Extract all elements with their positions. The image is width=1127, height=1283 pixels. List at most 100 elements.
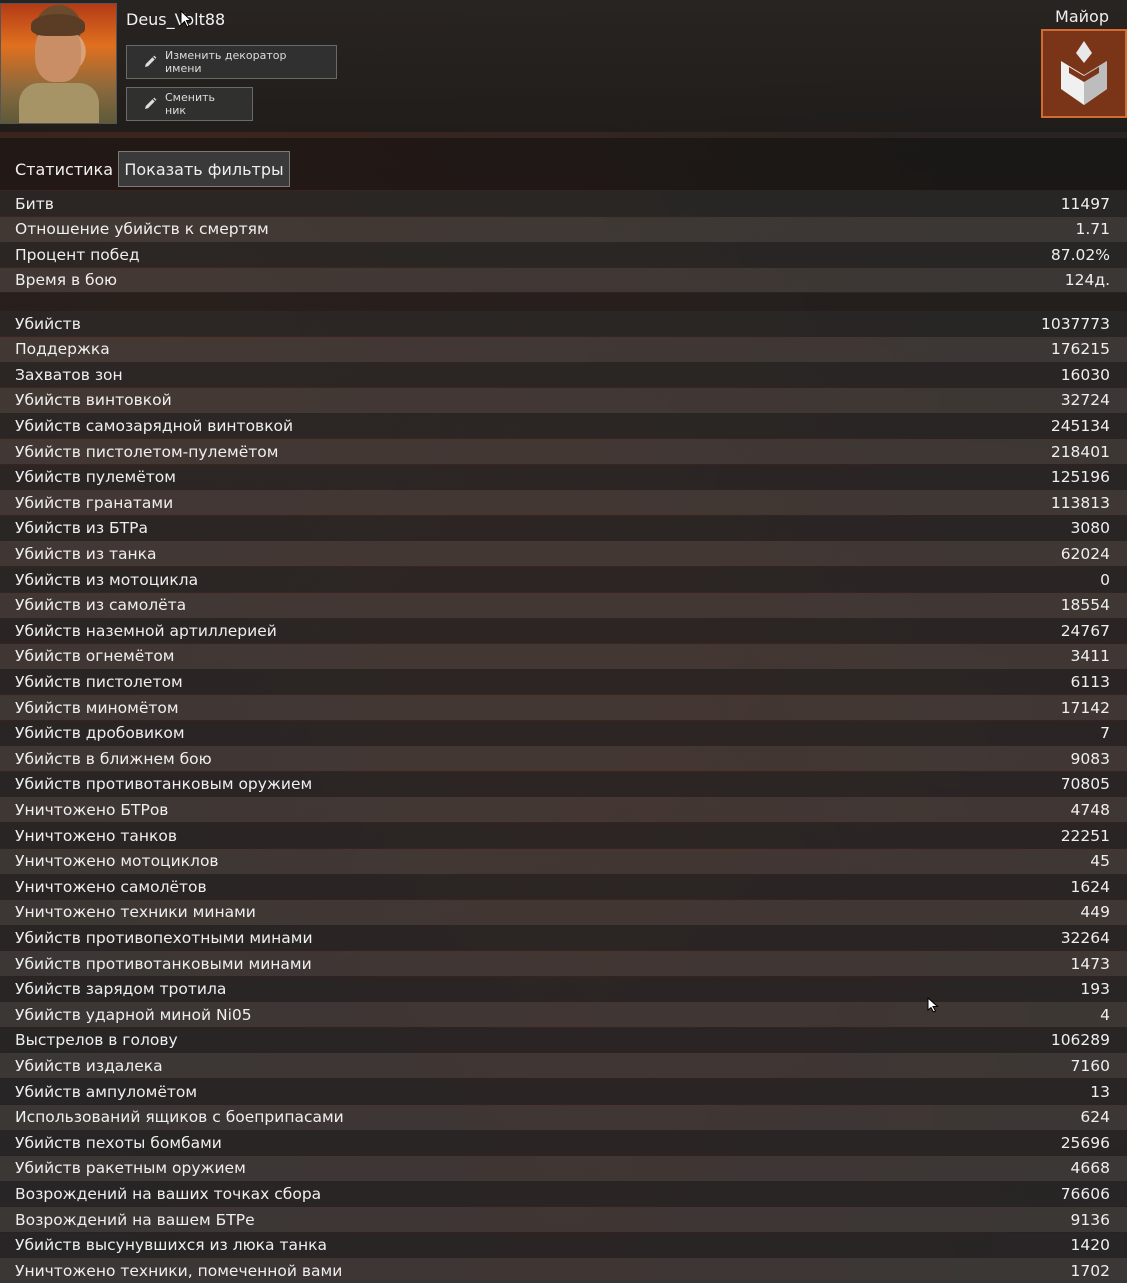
stat-label: Убийств миномётом (15, 698, 179, 717)
stat-row: Убийств высунувшихся из люка танка 1420 (0, 1232, 1127, 1258)
stat-row: Поддержка 176215 (0, 336, 1127, 362)
stat-label: Битв (15, 194, 54, 213)
stat-value: 76606 (1060, 1184, 1110, 1203)
section-divider (0, 292, 1127, 311)
stat-row: Убийств огнемётом 3411 (0, 643, 1127, 669)
stat-value: 9136 (1070, 1210, 1110, 1229)
stat-value: 22251 (1060, 826, 1110, 845)
stat-value: 0 (1100, 570, 1110, 589)
mouse-cursor-icon (180, 10, 192, 28)
rank-label: Майор (1055, 7, 1109, 26)
stats-title: Статистика (15, 160, 113, 179)
stat-row: Выстрелов в голову 106289 (0, 1027, 1127, 1053)
stat-value: 62024 (1060, 544, 1110, 563)
stat-row: Уничтожено техники минами 449 (0, 899, 1127, 925)
stat-value: 6113 (1070, 672, 1110, 691)
stat-label: Возрождений на вашем БТРе (15, 1210, 255, 1229)
stat-row: Убийств 1037773 (0, 311, 1127, 336)
stat-row: Убийств пистолетом-пулемётом 218401 (0, 439, 1127, 464)
stat-value: 16030 (1060, 365, 1110, 384)
stat-row: Процент побед 87.02% (0, 242, 1127, 268)
stat-value: 193 (1080, 980, 1110, 999)
stat-value: 124д. (1064, 271, 1110, 290)
stat-value: 4 (1100, 1005, 1110, 1024)
stat-value: 218401 (1050, 442, 1110, 461)
stat-row: Убийств наземной артиллерией 24767 (0, 618, 1127, 644)
stat-label: Уничтожено техники, помеченной вами (15, 1261, 343, 1280)
stat-value: 3411 (1070, 647, 1110, 666)
stat-row: Захватов зон 16030 (0, 362, 1127, 388)
stat-label: Убийств (15, 314, 81, 333)
player-username: Deus_Volt88 (126, 10, 226, 29)
stat-value: 1037773 (1040, 314, 1110, 333)
stat-label: Убийств ампуломётом (15, 1082, 198, 1101)
stat-value: 7 (1100, 724, 1110, 743)
stat-row: Убийств пулемётом 125196 (0, 464, 1127, 490)
stat-row: Убийств пистолетом 6113 (0, 669, 1127, 695)
stat-label: Уничтожено БТРов (15, 800, 169, 819)
stat-label: Убийств высунувшихся из люка танка (15, 1236, 327, 1255)
stat-row: Убийств противопехотными минами 32264 (0, 925, 1127, 951)
stat-row: Использований ящиков с боеприпасами 624 (0, 1104, 1127, 1130)
stat-value: 4748 (1070, 800, 1110, 819)
stat-row: Возрождений на вашем БТРе 9136 (0, 1207, 1127, 1232)
stat-row: Битв 11497 (0, 191, 1127, 216)
stat-label: Убийств пистолетом-пулемётом (15, 442, 279, 461)
stat-row: Возрождений на ваших точках сбора 76606 (0, 1181, 1127, 1207)
stat-value: 32724 (1060, 391, 1110, 410)
change-name-decorator-button[interactable]: Изменить декоратор имени (126, 45, 337, 79)
stat-label: Убийств винтовкой (15, 391, 172, 410)
stat-row: Убийств пехоты бомбами 25696 (0, 1130, 1127, 1156)
stat-value: 87.02% (1050, 245, 1110, 264)
stat-row: Уничтожено танков 22251 (0, 823, 1127, 848)
stat-label: Уничтожено техники минами (15, 903, 256, 922)
stat-label: Выстрелов в голову (15, 1031, 178, 1050)
stat-value: 32264 (1060, 928, 1110, 947)
stat-label: Убийств из БТРа (15, 519, 148, 538)
stat-row: Убийств в ближнем бою 9083 (0, 746, 1127, 772)
stat-value: 1.71 (1075, 220, 1110, 239)
stat-label: Убийств противотанковым оружием (15, 775, 313, 794)
stat-value: 45 (1090, 852, 1110, 871)
stat-value: 106289 (1050, 1031, 1110, 1050)
rank-major-icon (1041, 29, 1127, 118)
stat-value: 24767 (1060, 621, 1110, 640)
change-name-decorator-label: Изменить декоратор имени (165, 49, 287, 75)
stat-row: Убийств ракетным оружием 4668 (0, 1155, 1127, 1181)
stat-value: 1473 (1070, 954, 1110, 973)
stat-label: Убийств в ближнем бою (15, 749, 212, 768)
stat-row: Убийств из танка 62024 (0, 541, 1127, 567)
stat-row: Уничтожено самолётов 1624 (0, 874, 1127, 900)
stat-value: 7160 (1070, 1056, 1110, 1075)
stat-value: 176215 (1050, 340, 1110, 359)
stat-label: Убийств противотанковыми минами (15, 954, 312, 973)
stat-label: Убийств из танка (15, 544, 157, 563)
stat-label: Убийств огнемётом (15, 647, 175, 666)
stat-label: Убийств противопехотными минами (15, 928, 313, 947)
stat-row: Убийств ударной миной Ni05 4 (0, 1002, 1127, 1028)
stat-value: 18554 (1060, 596, 1110, 615)
profile-header: Deus_Volt88 Изменить декоратор имени Сме… (0, 0, 1127, 132)
stat-value: 1624 (1070, 877, 1110, 896)
stat-label: Захватов зон (15, 365, 123, 384)
stat-row: Уничтожено мотоциклов 45 (0, 848, 1127, 874)
stat-value: 25696 (1060, 1133, 1110, 1152)
stat-row: Убийств противотанковыми минами 1473 (0, 951, 1127, 976)
stat-label: Убийств из мотоцикла (15, 570, 199, 589)
stat-row: Убийств из БТРа 3080 (0, 515, 1127, 541)
stat-label: Убийств ракетным оружием (15, 1159, 246, 1178)
stat-label: Процент побед (15, 245, 140, 264)
stat-value: 70805 (1060, 775, 1110, 794)
stat-row: Убийств винтовкой 32724 (0, 387, 1127, 413)
stat-row: Убийств противотанковым оружием 70805 (0, 771, 1127, 797)
stat-label: Время в бою (15, 271, 118, 290)
stat-value: 113813 (1050, 493, 1110, 512)
avatar-hair (31, 14, 85, 36)
stat-row: Отношение убийств к смертям 1.71 (0, 216, 1127, 242)
stat-value: 13 (1090, 1082, 1110, 1101)
player-avatar[interactable] (0, 3, 117, 124)
change-nick-button[interactable]: Сменить ник (126, 87, 253, 121)
show-filters-button[interactable]: Показать фильтры (118, 151, 290, 187)
stat-row: Уничтожено техники, помеченной вами 1702 (0, 1258, 1127, 1283)
pencil-icon (143, 97, 157, 111)
